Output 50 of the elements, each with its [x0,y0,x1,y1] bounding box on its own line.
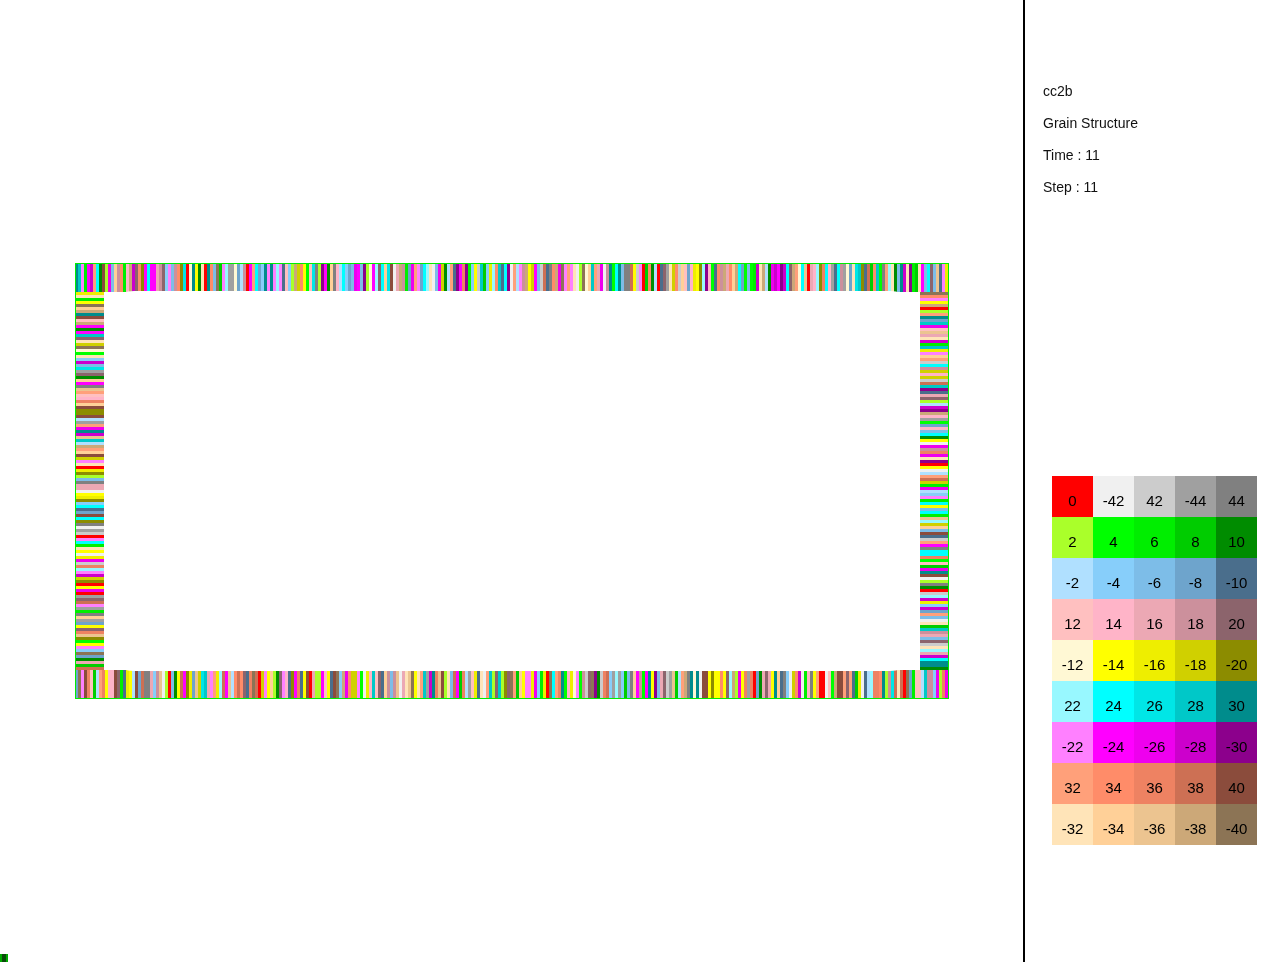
view-title: Grain Structure [1043,114,1139,132]
legend-swatch: -38 [1175,804,1216,845]
legend-swatch: 40 [1216,763,1257,804]
legend-swatch: 12 [1052,599,1093,640]
legend-swatch: -14 [1093,640,1134,681]
legend-swatch: -18 [1175,640,1216,681]
legend-swatch: 4 [1093,517,1134,558]
legend-swatch: 10 [1216,517,1257,558]
legend-swatch: -4 [1093,558,1134,599]
legend-swatch: -6 [1134,558,1175,599]
legend-swatch: -42 [1093,476,1134,517]
legend-swatch: 2 [1052,517,1093,558]
legend-swatch: -12 [1052,640,1093,681]
legend-swatch: -28 [1175,722,1216,763]
legend-swatch: 14 [1093,599,1134,640]
legend-swatch: -44 [1175,476,1216,517]
legend-swatch: -36 [1134,804,1175,845]
time-label: Time : 11 [1043,146,1101,164]
legend-swatch: -10 [1216,558,1257,599]
case-name: cc2b [1043,82,1074,100]
legend-swatch: -40 [1216,804,1257,845]
legend-swatch: -2 [1052,558,1093,599]
legend-swatch: 0 [1052,476,1093,517]
legend-swatch: 38 [1175,763,1216,804]
legend-swatch: 44 [1216,476,1257,517]
legend-swatch: 16 [1134,599,1175,640]
legend-swatch: 30 [1216,681,1257,722]
legend-swatch: -20 [1216,640,1257,681]
legend-swatch: -22 [1052,722,1093,763]
legend-swatch: -16 [1134,640,1175,681]
legend-swatch: 28 [1175,681,1216,722]
legend-swatch: 22 [1052,681,1093,722]
legend-swatch: 20 [1216,599,1257,640]
legend-swatch: 8 [1175,517,1216,558]
legend-swatch: -26 [1134,722,1175,763]
legend-swatch: 6 [1134,517,1175,558]
legend-swatch: 42 [1134,476,1175,517]
legend-swatch: -32 [1052,804,1093,845]
legend-swatch: -8 [1175,558,1216,599]
legend-swatch: 26 [1134,681,1175,722]
legend-swatch: -24 [1093,722,1134,763]
legend-swatch: 34 [1093,763,1134,804]
legend-swatch: 36 [1134,763,1175,804]
legend-swatch: -34 [1093,804,1134,845]
step-label: Step : 11 [1043,178,1099,196]
legend-swatch: -30 [1216,722,1257,763]
legend-swatch: 24 [1093,681,1134,722]
legend-swatch: 18 [1175,599,1216,640]
status-mark-icon [0,954,8,962]
legend-swatch: 32 [1052,763,1093,804]
